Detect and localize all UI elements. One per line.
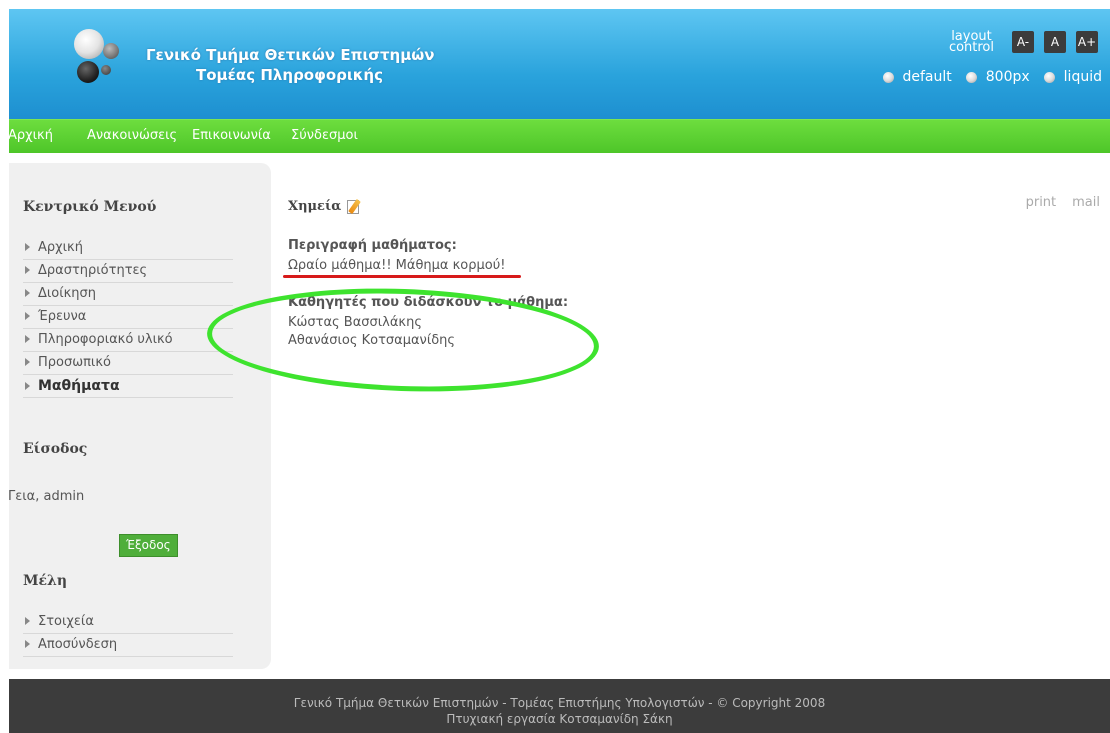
footer-copyright: Γενικό Τμήμα Θετικών Επιστημών - Τομέας … <box>293 696 826 710</box>
arrow-right-icon <box>25 243 30 251</box>
sidebar-item-label: Αποσύνδεση <box>38 637 118 652</box>
arrow-right-icon <box>25 617 30 625</box>
logout-button[interactable]: Έξοδος <box>119 534 178 557</box>
sidebar-item-research[interactable]: Έρευνα <box>23 307 233 329</box>
logo-sphere-tiny <box>101 65 111 75</box>
page-frame: Γενικό Τμήμα Θετικών Επιστημών Τομέας Πλ… <box>8 9 1110 733</box>
sidebar-item-label: Στοιχεία <box>38 614 94 629</box>
arrow-right-icon <box>25 381 30 390</box>
site-logo[interactable] <box>59 29 129 99</box>
nav-item-contact[interactable]: Επικοινωνία <box>192 128 271 143</box>
site-header: Γενικό Τμήμα Θετικών Επιστημών Τομέας Πλ… <box>9 9 1110 119</box>
logo-sphere-large <box>74 29 104 59</box>
sidebar-item-information[interactable]: Πληροφοριακό υλικό <box>23 330 233 352</box>
members-heading: Μέλη <box>23 573 68 589</box>
width-option-label: 800px <box>985 69 1030 85</box>
layout-control-label: layout control <box>948 30 994 55</box>
edit-icon[interactable] <box>346 197 364 215</box>
sidebar-item-label: Έρευνα <box>38 309 87 324</box>
sidebar-item-label: Πληροφοριακό υλικό <box>38 332 173 347</box>
sidebar-item-label: Μαθήματα <box>38 378 120 394</box>
logo-sphere-small <box>103 43 119 59</box>
width-option-800px[interactable]: 800px <box>965 69 1030 85</box>
footer-credits: Πτυχιακή εργασία Κοτσαμανίδη Σάκη <box>446 712 673 726</box>
arrow-right-icon <box>25 335 30 343</box>
layout-control: layout control A- A A+ <box>948 30 1098 55</box>
arrow-right-icon <box>25 312 30 320</box>
sidebar-item-label: Διοίκηση <box>38 286 97 301</box>
layout-label-line2: control <box>948 40 994 55</box>
page-title: Χημεία <box>288 197 364 215</box>
sidebar-item-staff[interactable]: Προσωπικό <box>23 353 233 375</box>
arrow-right-icon <box>25 640 30 648</box>
nav-item-announcements[interactable]: Ανακοινώσεις <box>87 128 177 143</box>
arrow-right-icon <box>25 358 30 366</box>
description-text: Ωραίο μάθημα!! Μάθημα κορμού! <box>288 258 506 273</box>
sidebar-item-administration[interactable]: Διοίκηση <box>23 284 233 306</box>
radio-dot-icon <box>882 71 894 83</box>
width-option-default[interactable]: default <box>882 69 952 85</box>
site-title-line2: Τομέας Πληροφορικής <box>196 66 383 84</box>
font-increase-button[interactable]: A+ <box>1076 31 1098 53</box>
width-option-label: liquid <box>1063 69 1102 85</box>
site-title-line1: Γενικό Τμήμα Θετικών Επιστημών <box>146 46 435 64</box>
mail-link[interactable]: mail <box>1072 195 1100 210</box>
sidebar-item-label: Προσωπικό <box>38 355 111 370</box>
arrow-right-icon <box>25 266 30 274</box>
sidebar-item-label: Δραστηριότητες <box>38 263 148 278</box>
width-option-liquid[interactable]: liquid <box>1043 69 1102 85</box>
font-decrease-button[interactable]: A- <box>1012 31 1034 53</box>
login-heading: Είσοδος <box>23 441 88 457</box>
sidebar-item-courses[interactable]: Μαθήματα <box>23 376 233 398</box>
nav-item-home[interactable]: Αρχική <box>8 128 53 143</box>
main-navbar: Αρχική Ανακοινώσεις Επικοινωνία Σύνδεσμο… <box>8 119 1110 153</box>
page-title-text: Χημεία <box>288 198 342 214</box>
sidebar: Κεντρικό Μενού Αρχική Δραστηριότητες Διο… <box>8 163 271 669</box>
radio-dot-icon <box>965 71 977 83</box>
print-link[interactable]: print <box>1026 195 1057 210</box>
description-label: Περιγραφή μαθήματος: <box>288 238 457 253</box>
user-greeting: Γεια, admin <box>8 489 85 504</box>
arrow-right-icon <box>25 289 30 297</box>
site-footer: Γενικό Τμήμα Θετικών Επιστημών - Τομέας … <box>9 679 1110 733</box>
sidebar-item-label: Αρχική <box>38 240 83 255</box>
logo-sphere-dark <box>77 61 99 83</box>
site-title: Γενικό Τμήμα Θετικών Επιστημών Τομέας Πλ… <box>146 45 435 85</box>
width-option-label: default <box>902 69 952 85</box>
red-underline-annotation <box>283 275 521 278</box>
sidebar-item-activities[interactable]: Δραστηριότητες <box>23 261 233 283</box>
sidebar-item-home[interactable]: Αρχική <box>23 238 233 260</box>
nav-item-links[interactable]: Σύνδεσμοι <box>291 128 358 143</box>
print-mail-links: print mail <box>1010 195 1100 210</box>
radio-dot-icon <box>1043 71 1055 83</box>
font-default-button[interactable]: A <box>1044 31 1066 53</box>
main-menu-heading: Κεντρικό Μενού <box>23 199 157 215</box>
width-options: default 800px liquid <box>869 69 1102 85</box>
sidebar-item-details[interactable]: Στοιχεία <box>23 612 233 634</box>
sidebar-item-logout[interactable]: Αποσύνδεση <box>23 635 233 657</box>
